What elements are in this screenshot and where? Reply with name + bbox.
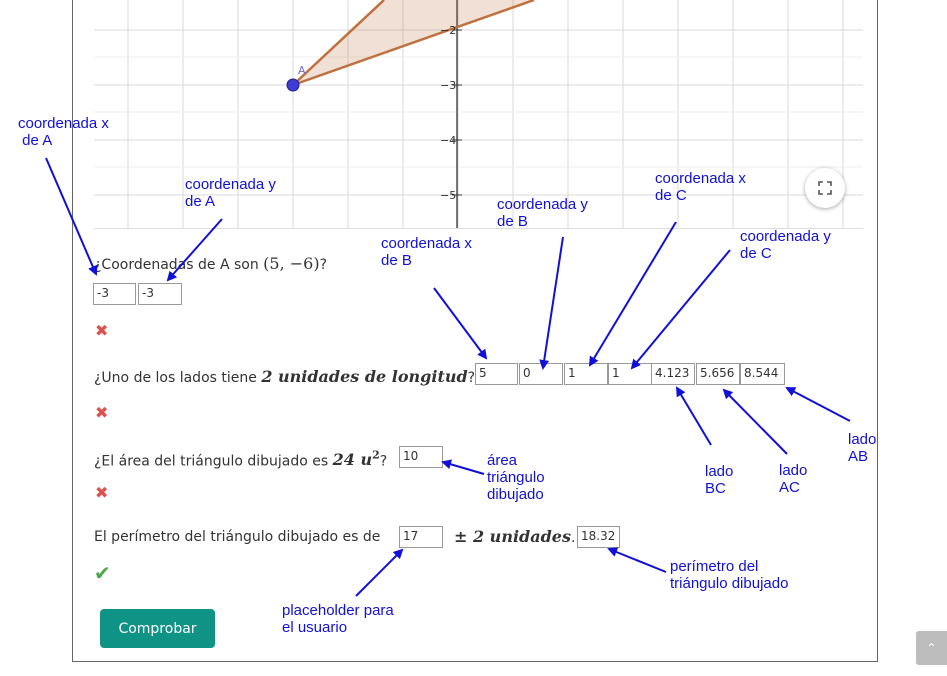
scroll-to-top-button[interactable]: ⌃: [916, 631, 947, 665]
annotation-arrows: [45, 157, 851, 597]
chevron-up-icon: ⌃: [926, 641, 937, 655]
